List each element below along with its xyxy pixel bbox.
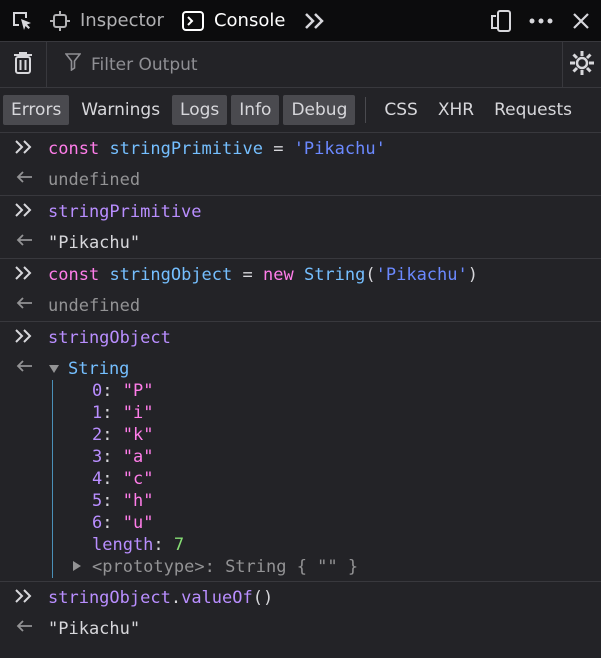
element-picker-icon[interactable] [0, 0, 44, 41]
console-settings-button[interactable] [562, 42, 601, 87]
console-result-row: "Pikachu" [0, 227, 601, 259]
clear-console-button[interactable] [0, 42, 47, 87]
result-arrow-icon [0, 227, 48, 247]
console-input-row[interactable]: stringPrimitive [0, 196, 601, 227]
input-chevron-icon [0, 133, 48, 155]
filter-warnings-button[interactable]: Warnings [73, 95, 168, 125]
close-icon[interactable] [561, 0, 601, 41]
more-tools-chevron-icon[interactable] [297, 0, 333, 41]
expanded-triangle-icon[interactable] [48, 364, 60, 374]
tab-inspector-label: Inspector [80, 10, 164, 31]
console-result-row: "Pikachu" [0, 613, 601, 644]
object-inspector: String 0: "P" 1: "i" 2: "k" 3: "a" 4: "c… [48, 353, 358, 581]
collapsed-triangle-icon[interactable] [72, 556, 92, 578]
result-value: "Pikachu" [48, 619, 141, 639]
console-icon [181, 10, 204, 31]
console-input-row[interactable]: const stringObject = new String('Pikachu… [0, 259, 601, 290]
filter-icon [64, 53, 82, 76]
overflow-menu-icon[interactable] [521, 0, 561, 41]
input-chevron-icon [0, 322, 48, 344]
filter-output [47, 53, 601, 76]
tree-entry: 5: "h" [92, 491, 154, 511]
tab-console[interactable]: Console [176, 0, 297, 41]
console-input-row[interactable]: const stringPrimitive = 'Pikachu' [0, 133, 601, 164]
tree-entry-prototype[interactable]: <prototype>: String { "" } [72, 556, 358, 578]
devtools-toolbar: Inspector Console [0, 0, 601, 42]
tree-entry: 6: "u" [92, 513, 154, 533]
console-input-row[interactable]: stringObject.valueOf() [0, 582, 601, 613]
result-value: undefined [48, 170, 141, 190]
result-arrow-icon [0, 290, 48, 310]
tree-entry: 1: "i" [92, 403, 154, 423]
object-type: String [68, 359, 130, 379]
console-result-row: undefined [0, 164, 601, 196]
result-value: undefined [48, 296, 141, 316]
tree-entry: 3: "a" [92, 447, 154, 467]
result-arrow-icon [0, 613, 48, 633]
input-code: stringObject.valueOf() [48, 588, 274, 608]
filter-errors-button[interactable]: Errors [3, 95, 70, 125]
input-code: const stringObject = new String('Pikachu… [48, 265, 478, 285]
filter-bar [0, 42, 601, 88]
input-chevron-icon [0, 196, 48, 218]
result-value: "Pikachu" [48, 233, 141, 253]
tab-console-label: Console [213, 10, 286, 31]
tree-entry: 0: "P" [92, 381, 154, 401]
object-tree-children: 0: "P" 1: "i" 2: "k" 3: "a" 4: "c" 5: "h… [52, 380, 358, 578]
tab-inspector[interactable]: Inspector [44, 0, 176, 41]
filter-separator [365, 97, 367, 123]
filter-input[interactable] [89, 53, 393, 76]
filter-info-button[interactable]: Info [231, 95, 280, 125]
log-level-filter-bar: Errors Warnings Logs Info Debug CSS XHR … [0, 88, 601, 133]
filter-debug-button[interactable]: Debug [283, 95, 356, 125]
tree-entry: 4: "c" [92, 469, 154, 489]
input-code: stringPrimitive [48, 202, 202, 222]
result-arrow-icon [0, 353, 48, 373]
tree-entry-length: length: 7 [92, 535, 185, 555]
trash-icon [13, 51, 33, 79]
filter-requests-button[interactable]: Requests [486, 95, 580, 125]
inspector-icon [50, 10, 70, 31]
input-code: const stringPrimitive = 'Pikachu' [48, 139, 386, 159]
filter-logs-button[interactable]: Logs [172, 95, 228, 125]
input-chevron-icon [0, 259, 48, 281]
gear-icon [569, 50, 595, 80]
object-tree-header[interactable]: String [48, 358, 358, 380]
console-result-row: String 0: "P" 1: "i" 2: "k" 3: "a" 4: "c… [0, 353, 601, 582]
input-code: stringObject [48, 328, 171, 348]
tree-entry: 2: "k" [92, 425, 154, 445]
filter-css-button[interactable]: CSS [376, 95, 425, 125]
result-arrow-icon [0, 164, 48, 184]
input-chevron-icon [0, 582, 48, 604]
console-output: const stringPrimitive = 'Pikachu' undefi… [0, 133, 601, 644]
filter-xhr-button[interactable]: XHR [430, 95, 482, 125]
responsive-design-icon[interactable] [481, 0, 521, 41]
console-result-row: undefined [0, 290, 601, 322]
console-input-row[interactable]: stringObject [0, 322, 601, 353]
